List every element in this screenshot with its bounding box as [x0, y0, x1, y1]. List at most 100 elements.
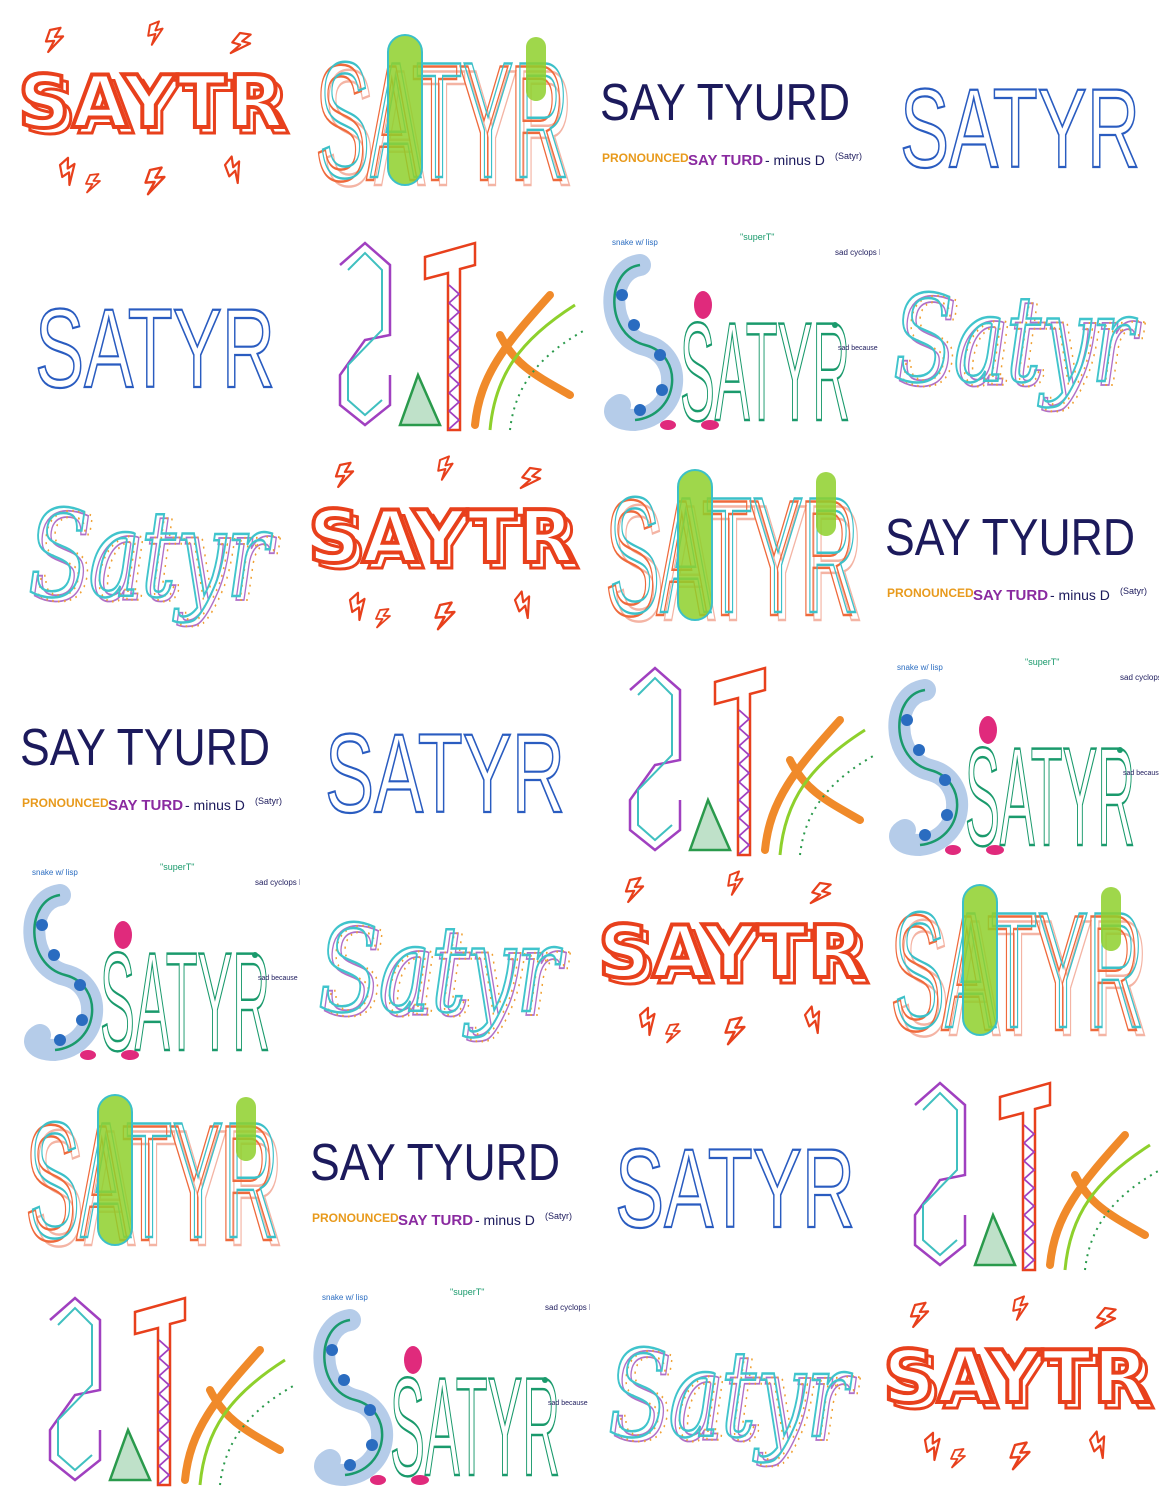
- logo-tile-plain: SATYR: [300, 650, 590, 864]
- pronounced-label: PRONOUNCED: [602, 151, 689, 165]
- logo-tile-script: Satyr Satyr Satyr: [590, 1280, 880, 1494]
- snake-spot: [344, 1459, 356, 1471]
- say-turd-label: SAY TURD: [108, 797, 183, 814]
- logo-tile-geo: [875, 1065, 1159, 1279]
- letter-t-shape: [998, 1081, 1052, 1272]
- note-supert: "superT": [740, 232, 774, 242]
- note-supert: "superT": [160, 862, 194, 872]
- lightning-bolt-icon: [223, 155, 241, 185]
- lightning-bolt-icon: [923, 1431, 941, 1462]
- logo-artwork-script: SatyrSatyrSatyr: [892, 270, 1147, 415]
- logo-text: SATYR: [900, 66, 1140, 191]
- snake-tail: [370, 1475, 386, 1485]
- note-sad: sad because his wife left him: [258, 975, 300, 982]
- lightning-bolt-icon: [809, 881, 832, 905]
- logo-tile-monster: SATYRsnake w/ lisp"superT"sad cyclops Rs…: [300, 1280, 590, 1494]
- logo-tile-sayturd: SAY TYURD PRONOUNCED SAY TURD - minus D (Sat…: [875, 440, 1159, 654]
- logo-tile-bolt: SAYTR SAYTR: [875, 1280, 1159, 1494]
- snake-spot: [366, 1439, 378, 1451]
- logo-artwork-bolt: SAYTRSAYTR: [306, 455, 581, 631]
- logo-artwork-script: SatyrSatyrSatyr: [317, 900, 572, 1045]
- snake-spot: [338, 1374, 350, 1386]
- logo-tile-stripe: SATYR SATYR SATYR: [590, 440, 880, 654]
- note-snake: snake w/ lisp: [897, 663, 943, 672]
- logo-artwork-plain: SATYR: [324, 710, 566, 837]
- snake-tail: [660, 420, 676, 430]
- letter-s-inner: [922, 1091, 958, 1257]
- snake-letter-s: [23, 884, 104, 1062]
- logo-artwork-monster: SATYRsnake w/ lisp"superT"sad cyclops Rs…: [888, 657, 1159, 864]
- logo-text: SATYR: [35, 286, 275, 411]
- lightning-bolt-icon: [638, 1006, 656, 1037]
- snake-spot: [628, 319, 640, 331]
- monster-mouth: [114, 921, 132, 949]
- lightning-bolt-icon: [1088, 1430, 1106, 1460]
- logo-tile-plain: SATYR: [590, 1065, 880, 1279]
- logo-text: Satyr: [893, 271, 1138, 410]
- lightning-bolt-icon: [147, 20, 164, 46]
- snake-spot: [901, 714, 913, 726]
- logo-artwork-sayturd: SAY TYURD PRONOUNCED SAY TURD - minus D (Sat…: [310, 1134, 572, 1229]
- lightning-bolt-icon: [909, 1301, 930, 1329]
- logo-tile-geo: [590, 650, 880, 864]
- snake-tail: [80, 1050, 96, 1060]
- logo-tile-sayturd: SAY TYURD PRONOUNCED SAY TURD - minus D (Sat…: [10, 650, 300, 864]
- lightning-bolt-icon: [724, 1016, 746, 1046]
- letter-t-shape: [713, 666, 767, 857]
- snake-letter-s: [603, 254, 684, 432]
- minus-d-label: - minus D: [475, 1212, 535, 1228]
- logo-tile-stripe: SATYR SATYR SATYR: [875, 855, 1159, 1069]
- snake-spot: [48, 949, 60, 961]
- green-pill-shape: [387, 34, 423, 186]
- snake-spot: [36, 919, 48, 931]
- logo-artwork-geo: [628, 666, 876, 857]
- say-turd-label: SAY TURD: [398, 1212, 473, 1229]
- green-accent-shape: [236, 1097, 256, 1161]
- logo-artwork-plain: SATYR: [899, 65, 1141, 192]
- monster-foot: [411, 1475, 429, 1485]
- monster-foot: [701, 420, 719, 430]
- note-sad: sad because his wife left him: [548, 1400, 590, 1407]
- lightning-bolt-icon: [144, 166, 166, 196]
- logo-text: SAYTR: [883, 1335, 1150, 1419]
- lightning-bolt-icon: [727, 870, 744, 896]
- note-snake: snake w/ lisp: [32, 868, 78, 877]
- letter-a-shape: [688, 796, 732, 852]
- satyr-note: (Satyr): [835, 151, 862, 161]
- sticker-sheet: SAYTR SAYTR SATYR SATYR SATYR SAY TYURD PRONOU…: [0, 0, 1159, 1500]
- logo-artwork-geo: [913, 1081, 1159, 1272]
- logo-artwork-stripe: SATYRSATYRSATYR: [889, 877, 1150, 1069]
- logo-text: SATYR: [325, 711, 565, 836]
- snake-letter-s: [888, 679, 969, 857]
- say-turd-label: SAY TURD: [973, 587, 1048, 604]
- lightning-bolt-icon: [950, 1448, 966, 1469]
- monster-foot: [121, 1050, 139, 1060]
- letter-a-shape: [398, 371, 442, 427]
- lightning-bolt-icon: [624, 876, 645, 904]
- satyr-note: (Satyr): [545, 1211, 572, 1221]
- monster-mouth: [979, 716, 997, 744]
- lightning-bolt-icon: [229, 31, 252, 55]
- logo-tile-plain: SATYR: [10, 225, 300, 439]
- snake-spot: [76, 1014, 88, 1026]
- logo-artwork-stripe: SATYRSATYRSATYR: [314, 27, 575, 219]
- note-sad: sad because his wife left him: [1123, 770, 1159, 777]
- note-supert: "superT": [450, 1287, 484, 1297]
- minus-d-label: - minus D: [185, 797, 245, 813]
- snake-tail: [945, 845, 961, 855]
- logo-text: SAYTR: [598, 910, 865, 994]
- logo-tile-bolt: SAYTR SAYTR: [300, 440, 590, 654]
- logo-text: SAY TYURD: [600, 74, 850, 132]
- note-cyclops: sad cyclops R: [545, 1303, 590, 1312]
- lightning-bolt-icon: [434, 601, 456, 631]
- lightning-bolt-icon: [334, 461, 355, 489]
- logo-tile-plain: SATYR: [875, 5, 1159, 219]
- green-pill-shape: [97, 1094, 133, 1246]
- letter-y-shape: [761, 716, 864, 854]
- lightning-bolt-icon: [44, 26, 65, 54]
- pronounced-label: PRONOUNCED: [312, 1211, 399, 1225]
- snake-spot: [919, 829, 931, 841]
- logo-artwork-monster: SATYRsnake w/ lisp"superT"sad cyclops Rs…: [23, 862, 300, 1069]
- snake-spot: [616, 289, 628, 301]
- lightning-bolt-icon: [803, 1005, 821, 1035]
